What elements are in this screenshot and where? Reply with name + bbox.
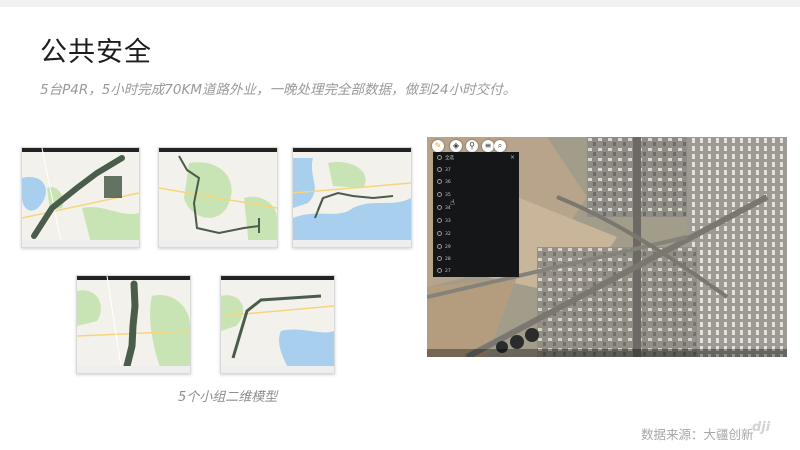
radio-icon[interactable] <box>437 256 442 261</box>
radio-icon[interactable] <box>437 231 442 236</box>
panel-item-select-all[interactable]: 全选 <box>437 155 454 163</box>
panel-item[interactable]: 37 <box>437 167 451 175</box>
layer-list-panel: × 全选 37 36 35 34 33 32 29 28 27 <box>433 152 519 277</box>
top-accent-bar <box>0 0 800 7</box>
panel-item[interactable]: 35 <box>437 192 451 200</box>
radio-icon[interactable] <box>437 192 442 197</box>
panel-item[interactable]: 32 <box>437 231 451 239</box>
slide-subtitle: 5台P4R，5小时完成70KM道路外业，一晚处理完全部数据，做到24小时交付。 <box>40 82 517 98</box>
map-thumbnail-2 <box>158 147 278 248</box>
map-thumbnail-1 <box>21 147 140 248</box>
radio-icon[interactable] <box>437 179 442 184</box>
data-source-text: 数据来源：大疆创新 <box>641 427 754 442</box>
radio-icon[interactable] <box>437 218 442 223</box>
map-thumbnail-4 <box>76 275 191 374</box>
menu-icon[interactable]: ≡ <box>482 140 494 152</box>
panel-item[interactable]: 28 <box>437 256 451 264</box>
panel-item[interactable]: 33 <box>437 218 451 226</box>
hand-cursor-icon: ☝ <box>450 198 455 207</box>
search-icon[interactable]: ⌕ <box>494 140 506 152</box>
layers-icon[interactable]: ◈ <box>450 140 462 152</box>
panel-item[interactable]: 36 <box>437 179 451 187</box>
radio-icon[interactable] <box>437 205 442 210</box>
radio-icon[interactable] <box>437 268 442 273</box>
panel-item[interactable]: 34 <box>437 205 451 213</box>
slide-title: 公共安全 <box>40 37 152 68</box>
dji-logo: dji <box>752 420 771 435</box>
panel-item[interactable]: 27 <box>437 268 451 276</box>
location-icon[interactable]: ⚲ <box>466 140 478 152</box>
radio-icon[interactable] <box>437 167 442 172</box>
radio-icon[interactable] <box>437 155 442 160</box>
panel-item[interactable]: 29 <box>437 244 451 252</box>
panel-close-icon[interactable]: × <box>510 154 515 161</box>
thumbnail-caption: 5个小组二维模型 <box>178 390 278 405</box>
map-thumbnail-3 <box>292 147 412 248</box>
pencil-icon[interactable]: ✎ <box>432 140 444 152</box>
map-thumbnail-5 <box>220 275 335 374</box>
radio-icon[interactable] <box>437 244 442 249</box>
